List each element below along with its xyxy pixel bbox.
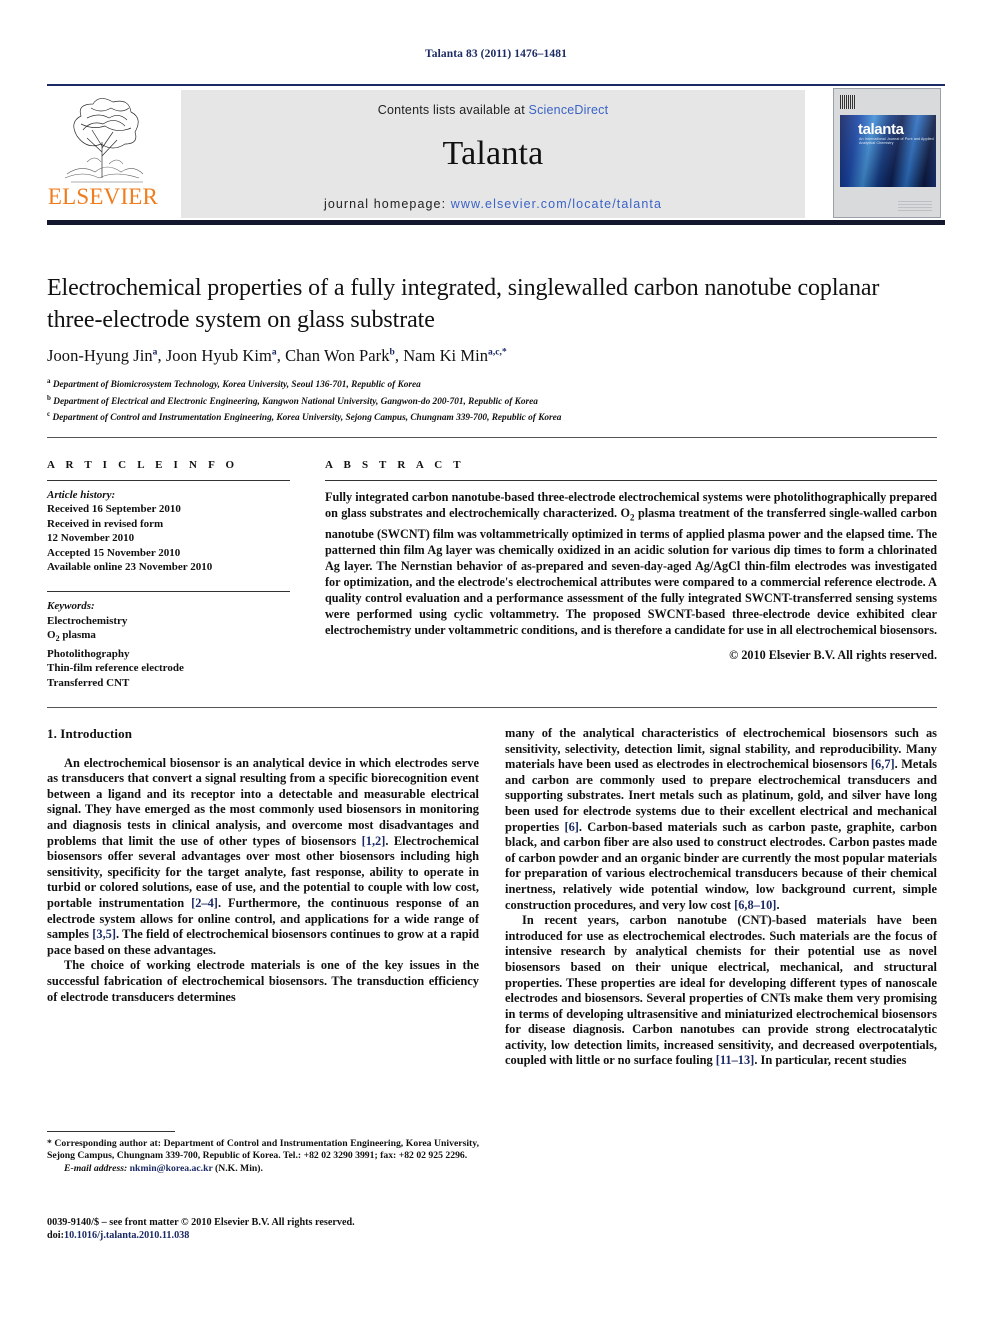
affiliation-list: a Department of Biomicrosystem Technolog…: [47, 375, 937, 425]
abstract-copyright: © 2010 Elsevier B.V. All rights reserved…: [729, 648, 937, 663]
article-info-heading: A R T I C L E I N F O: [47, 459, 239, 471]
affiliation-text: Department of Electrical and Electronic …: [53, 396, 538, 407]
body-paragraph: many of the analytical characteristics o…: [505, 726, 937, 912]
history-item: Received in revised form: [47, 517, 164, 530]
journal-cover-thumbnail[interactable]: talanta An International Journal of Pure…: [833, 88, 941, 218]
doi-line: doi:10.1016/j.talanta.2010.11.038: [47, 1229, 507, 1242]
sciencedirect-link[interactable]: ScienceDirect: [529, 103, 609, 117]
email-suffix: (N.K. Min).: [215, 1162, 263, 1174]
email-link[interactable]: nkmin@korea.ac.kr: [130, 1163, 213, 1174]
affiliation-mark: a: [47, 377, 51, 385]
cover-barcode-icon: [840, 95, 856, 109]
doi-label: doi:: [47, 1230, 64, 1242]
affiliation-item: c Department of Control and Instrumentat…: [47, 408, 937, 425]
masthead-banner: Contents lists available at ScienceDirec…: [181, 90, 805, 218]
keyword-item: Transferred CNT: [47, 676, 130, 689]
authors-text: Joon-Hyung Jina, Joon Hyub Kima, Chan Wo…: [47, 346, 507, 365]
elsevier-tree-icon: [64, 98, 144, 183]
keyword-item: O2 plasma: [47, 629, 96, 644]
affiliation-mark: b: [47, 393, 51, 402]
elsevier-wordmark: ELSEVIER: [47, 184, 159, 209]
affiliation-item: b Department of Electrical and Electroni…: [47, 392, 937, 409]
cover-journal-title: talanta: [858, 121, 904, 138]
history-item: 12 November 2010: [47, 532, 135, 545]
journal-title: Talanta: [442, 135, 544, 172]
masthead-bottom-rule: [47, 220, 945, 225]
page-title: Electrochemical properties of a fully in…: [47, 275, 880, 333]
info-band-bottom-rule: [47, 707, 937, 708]
history-item: Accepted 15 November 2010: [47, 546, 181, 559]
masthead-top-rule: [47, 84, 945, 86]
journal-homepage-link[interactable]: www.elsevier.com/locate/talanta: [451, 197, 662, 211]
footnote-rule: [47, 1131, 175, 1132]
cover-publisher-mark: [898, 200, 932, 211]
body-paragraph: In recent years, carbon nanotube (CNT)-b…: [505, 913, 937, 1068]
paper-page: Talanta 83 (2011) 1476–1481 ELSEVIER Con…: [0, 0, 992, 1323]
keyword-item: Electrochemistry: [47, 614, 128, 627]
abstract-rule: [325, 480, 937, 481]
keywords-block: Keywords: Electrochemistry O2 plasma Pho…: [47, 599, 290, 690]
article-history-label: Article history:: [47, 489, 116, 501]
doi-link[interactable]: 10.1016/j.talanta.2010.11.038: [64, 1230, 189, 1241]
section-heading-introduction: 1. Introduction: [47, 726, 133, 741]
corresponding-author-footnote: * Corresponding author at: Department of…: [47, 1138, 479, 1175]
email-label: E-mail address:: [64, 1162, 128, 1174]
homepage-label: journal homepage:: [323, 197, 451, 211]
history-item: Available online 23 November 2010: [47, 561, 213, 574]
cover-inner: talanta An International Journal of Pure…: [834, 89, 940, 217]
keywords-top-rule: [47, 591, 290, 593]
corresponding-author-text: * Corresponding author at: Department of…: [47, 1138, 479, 1162]
affiliation-mark: c: [47, 410, 51, 419]
author-list: Joon-Hyung Jina, Joon Hyub Kima, Chan Wo…: [47, 346, 937, 366]
article-info-column: A R T I C L E I N F O Article history: R…: [47, 459, 290, 715]
cover-journal-subtitle: An International Journal of Pure and App…: [859, 137, 934, 145]
abstract-column: A B S T R A C T Fully integrated carbon …: [325, 459, 937, 663]
contents-line: Contents lists available at ScienceDirec…: [181, 90, 805, 117]
body-column-right: many of the analytical characteristics o…: [505, 726, 937, 1069]
journal-masthead: ELSEVIER Contents lists available at Sci…: [47, 84, 945, 225]
body-paragraph: An electrochemical biosensor is an analy…: [47, 755, 480, 957]
article-history-block: Article history: Received 16 September 2…: [47, 488, 290, 574]
email-line: E-mail address: nkmin@korea.ac.kr (N.K. …: [47, 1163, 479, 1175]
abstract-heading: A B S T R A C T: [325, 459, 465, 471]
keyword-item: Photolithography: [47, 647, 130, 660]
journal-homepage-line: journal homepage: www.elsevier.com/locat…: [181, 197, 805, 211]
keyword-item: Thin-film reference electrode: [47, 662, 184, 675]
info-band-top-rule: [47, 437, 937, 438]
body-paragraph: The choice of working electrode material…: [47, 958, 479, 1004]
elsevier-logo: ELSEVIER: [47, 90, 165, 218]
keywords-label: Keywords:: [47, 600, 95, 613]
colophon: 0039-9140/$ – see front matter © 2010 El…: [47, 1216, 507, 1242]
affiliation-item: a Department of Biomicrosystem Technolog…: [47, 375, 937, 392]
history-item: Received 16 September 2010: [47, 503, 181, 516]
affiliation-text: Department of Control and Instrumentatio…: [52, 413, 562, 424]
affiliation-text: Department of Biomicrosystem Technology,…: [52, 380, 421, 391]
contents-prefix: Contents lists available at: [377, 103, 529, 117]
running-head: Talanta 83 (2011) 1476–1481: [425, 48, 567, 60]
front-matter-line: 0039-9140/$ – see front matter © 2010 El…: [47, 1217, 355, 1228]
abstract-text: Fully integrated carbon nanotube-based t…: [325, 490, 938, 638]
body-column-left: 1. Introduction An electrochemical biose…: [47, 726, 479, 1005]
article-info-rule: [47, 480, 290, 481]
